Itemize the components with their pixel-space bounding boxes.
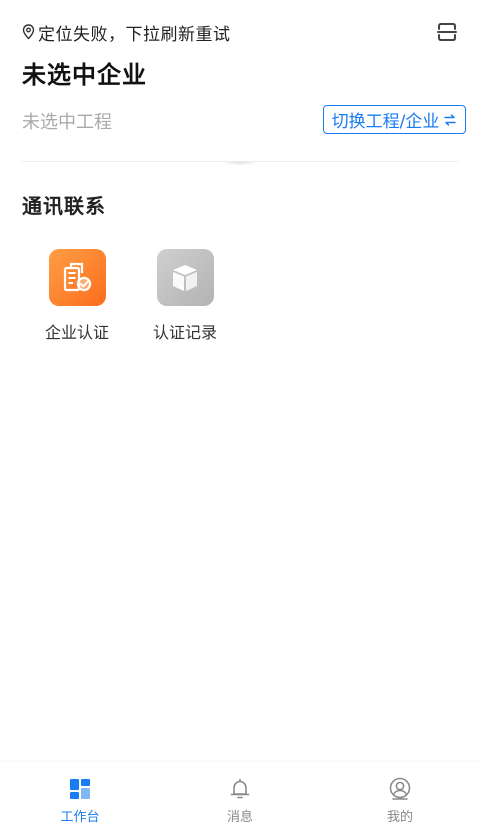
location-pin-icon — [22, 24, 35, 40]
certification-records-item[interactable]: 认证记录 — [140, 249, 230, 343]
bell-icon — [227, 776, 253, 802]
company-title: 未选中企业 — [22, 61, 147, 89]
tab-messages-label: 消息 — [226, 810, 253, 825]
workbench-page: 定位失败，下拉刷新重试 未选中企业 未选中工程 切换工程/企业 通讯联系 企业认… — [0, 0, 480, 828]
scan-icon — [437, 23, 457, 41]
certification-records-label: 认证记录 — [152, 323, 217, 342]
box-icon — [156, 249, 214, 306]
certificate-building-icon — [48, 249, 106, 306]
tab-profile[interactable]: 我的 — [350, 762, 450, 828]
switch-project-company-button[interactable]: 切换工程/企业 — [323, 105, 466, 134]
bottom-tab-bar: 工作台 消息 我的 — [0, 762, 480, 828]
tab-workbench-label: 工作台 — [60, 810, 100, 825]
divider-shadow — [222, 161, 258, 165]
swap-arrows-icon — [444, 113, 457, 126]
tab-profile-label: 我的 — [386, 810, 413, 825]
enterprise-certification-item[interactable]: 企业认证 — [32, 249, 122, 343]
switch-button-label: 切换工程/企业 — [331, 112, 440, 132]
location-status-text: 定位失败，下拉刷新重试 — [38, 24, 231, 45]
project-name: 未选中工程 — [22, 112, 112, 133]
section-title: 通讯联系 — [22, 194, 106, 218]
tab-messages[interactable]: 消息 — [190, 762, 290, 828]
location-status-row[interactable]: 定位失败，下拉刷新重试 — [22, 18, 231, 46]
dashboard-icon — [67, 776, 93, 802]
tab-workbench[interactable]: 工作台 — [30, 762, 130, 828]
user-icon — [387, 776, 413, 802]
enterprise-certification-label: 企业认证 — [44, 323, 109, 342]
scan-button[interactable] — [434, 19, 460, 45]
